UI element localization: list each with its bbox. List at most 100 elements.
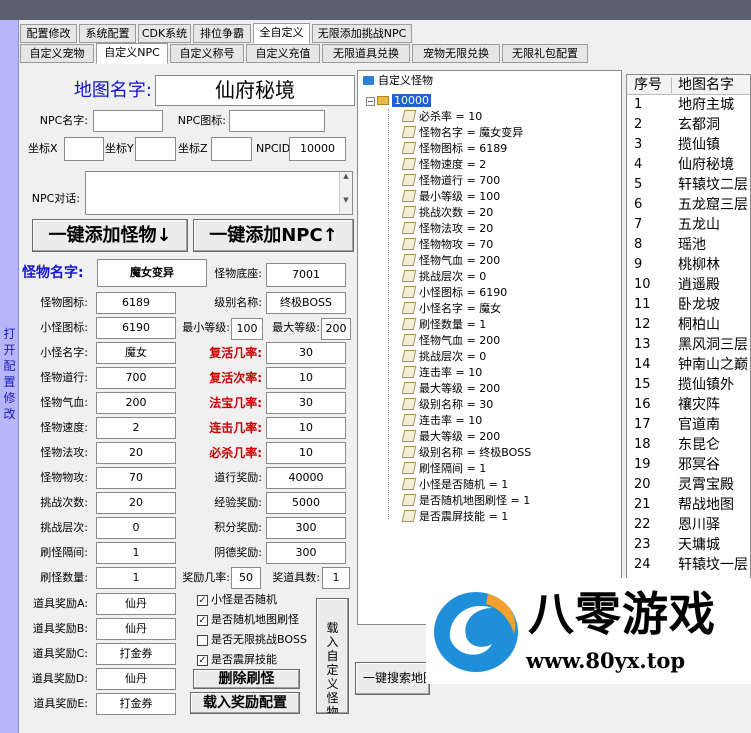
screen-shake-checkbox[interactable]: ✓ 是否震屏技能 — [197, 652, 277, 668]
list-item[interactable]: 17 官道南 — [627, 415, 750, 435]
list-item[interactable]: 9 桃柳林 — [627, 255, 750, 275]
npc-name-input[interactable] — [93, 110, 163, 132]
reward-item-count-input[interactable]: 1 — [322, 567, 350, 589]
list-item[interactable]: 15 揽仙镇外 — [627, 375, 750, 395]
tab-full-custom[interactable]: 全自定义 — [253, 23, 310, 44]
subtab-gift-config[interactable]: 无限礼包配置 — [502, 44, 588, 63]
tree-item[interactable]: 小怪是否随机 = 1 — [401, 477, 508, 493]
tree-item[interactable]: 怪物法攻 = 20 — [401, 221, 493, 237]
tree-item[interactable]: 怪物名字 = 魔女变异 — [401, 125, 523, 141]
monster-hp-input[interactable]: 200 — [96, 392, 176, 414]
monster-speed-input[interactable]: 2 — [96, 417, 176, 439]
load-reward-config-button[interactable]: 载入奖励配置 — [190, 692, 300, 714]
exp-reward-input[interactable]: 5000 — [266, 492, 346, 514]
tree-item[interactable]: 怪物气血 = 200 — [401, 333, 500, 349]
monster-base-input[interactable]: 7001 — [266, 263, 346, 287]
coord-x-input[interactable] — [64, 137, 104, 161]
list-item[interactable]: 12 桐柏山 — [627, 315, 750, 335]
list-item[interactable]: 5 轩辕坟二层 — [627, 175, 750, 195]
tree-item[interactable]: 连击率 = 10 — [401, 365, 482, 381]
map-name-input[interactable]: 仙府秘境 — [155, 75, 355, 106]
tree-item[interactable]: 必杀率 = 10 — [401, 109, 482, 125]
tree-item[interactable]: 是否震屏技能 = 1 — [401, 509, 508, 525]
list-item[interactable]: 13 黑风洞三层 — [627, 335, 750, 355]
tree-item[interactable]: 怪物图标 = 6189 — [401, 141, 507, 157]
checkbox-box[interactable]: ✓ — [197, 614, 208, 626]
subtab-custom-title[interactable]: 自定义称号 — [170, 44, 244, 63]
tab-unlimited-npc[interactable]: 无限添加挑战NPC — [312, 24, 412, 43]
reward-rate-input[interactable]: 50 — [231, 567, 261, 589]
tab-config-edit[interactable]: 配置修改 — [20, 24, 77, 43]
list-item[interactable]: 10 逍遥殿 — [627, 275, 750, 295]
tree-item[interactable]: 怪物物攻 = 70 — [401, 237, 493, 253]
small-name-input[interactable]: 魔女 — [96, 342, 176, 364]
search-map-button[interactable]: 一键搜索地图 — [355, 662, 430, 695]
list-item[interactable]: 1 地府主城 — [627, 95, 750, 115]
yinde-reward-input[interactable]: 300 — [266, 542, 346, 564]
revive-rate-input[interactable]: 30 — [266, 342, 346, 364]
challenge-layer-input[interactable]: 0 — [96, 517, 176, 539]
list-item[interactable]: 8 瑶池 — [627, 235, 750, 255]
tree-item[interactable]: 怪物道行 = 700 — [401, 173, 500, 189]
add-monster-button[interactable]: 一键添加怪物↓ — [32, 219, 188, 252]
magic-rate-input[interactable]: 30 — [266, 392, 346, 414]
load-custom-monster-button[interactable]: 载入自定义怪物 — [316, 598, 349, 714]
tree-item[interactable]: 挑战次数 = 20 — [401, 205, 493, 221]
monster-tree[interactable]: 自定义怪物 − 10000 必杀率 = 10 怪物名字 = 魔女变异 怪物图标 = 6… — [357, 70, 622, 625]
tab-system-config[interactable]: 系统配置 — [79, 24, 136, 43]
item-reward-b-input[interactable]: 仙丹 — [96, 618, 176, 640]
monster-icon-input[interactable]: 6189 — [96, 292, 176, 314]
tree-item[interactable]: 刷怪数量 = 1 — [401, 317, 486, 333]
points-reward-input[interactable]: 300 — [266, 517, 346, 539]
list-item[interactable]: 2 玄都洞 — [627, 115, 750, 135]
max-level-input[interactable]: 200 — [321, 318, 351, 340]
small-icon-input[interactable]: 6190 — [96, 317, 176, 339]
list-item[interactable]: 21 帮战地图 — [627, 495, 750, 515]
tree-item[interactable]: 级别名称 = 30 — [401, 397, 493, 413]
monster-matk-input[interactable]: 20 — [96, 442, 176, 464]
subtab-custom-pet[interactable]: 自定义宠物 — [20, 44, 94, 63]
subtab-item-exchange[interactable]: 无限道具兑换 — [322, 44, 410, 63]
challenge-count-input[interactable]: 20 — [96, 492, 176, 514]
monster-dao-input[interactable]: 700 — [96, 367, 176, 389]
list-item[interactable]: 19 邪冥谷 — [627, 455, 750, 475]
tree-item[interactable]: 挑战层次 = 0 — [401, 269, 486, 285]
list-item[interactable]: 14 钟南山之巅 — [627, 355, 750, 375]
monster-name-input[interactable]: 魔女变异 — [97, 259, 207, 287]
npc-dialog-textarea[interactable]: ▲ ▼ — [85, 171, 353, 215]
item-reward-a-input[interactable]: 仙丹 — [96, 593, 176, 615]
left-config-strip[interactable]: 打开配置修改 — [0, 20, 19, 733]
random-map-spawn-checkbox[interactable]: ✓ 是否随机地图刷怪 — [197, 612, 299, 628]
list-item[interactable]: 18 东昆仑 — [627, 435, 750, 455]
spawn-interval-input[interactable]: 1 — [96, 542, 176, 564]
item-reward-e-input[interactable]: 打金券 — [96, 693, 176, 715]
subtab-pet-exchange[interactable]: 宠物无限兑换 — [412, 44, 500, 63]
coord-y-input[interactable] — [135, 137, 176, 161]
tree-item[interactable]: 最小等级 = 100 — [401, 189, 500, 205]
tab-rank-battle[interactable]: 排位争霸 — [193, 24, 251, 43]
add-npc-button[interactable]: 一键添加NPC↑ — [193, 219, 354, 252]
tree-root[interactable]: 自定义怪物 — [363, 73, 433, 89]
list-item[interactable]: 16 禳灾阵 — [627, 395, 750, 415]
list-item[interactable]: 11 卧龙坡 — [627, 295, 750, 315]
tree-item[interactable]: 连击率 = 10 — [401, 413, 482, 429]
tree-item[interactable]: 怪物速度 = 2 — [401, 157, 486, 173]
tab-cdk-system[interactable]: CDK系统 — [138, 24, 191, 43]
kill-rate-input[interactable]: 10 — [266, 442, 346, 464]
tree-item[interactable]: 最大等级 = 200 — [401, 381, 500, 397]
list-item[interactable]: 6 五龙窟三层 — [627, 195, 750, 215]
dialog-scrollbar[interactable]: ▲ ▼ — [339, 172, 352, 214]
checkbox-box[interactable]: ✓ — [197, 594, 208, 606]
tree-item[interactable]: 是否随机地图刷怪 = 1 — [401, 493, 530, 509]
delete-spawn-button[interactable]: 删除刷怪 — [193, 669, 300, 689]
combo-rate-input[interactable]: 10 — [266, 417, 346, 439]
list-item[interactable]: 22 恩川驿 — [627, 515, 750, 535]
coord-z-input[interactable] — [211, 137, 252, 161]
tree-item[interactable]: 刷怪隔间 = 1 — [401, 461, 486, 477]
list-item[interactable]: 23 天墉城 — [627, 535, 750, 555]
tree-item[interactable]: 挑战层次 = 0 — [401, 349, 486, 365]
dao-reward-input[interactable]: 40000 — [266, 467, 346, 489]
checkbox-box[interactable] — [197, 634, 208, 646]
list-item[interactable]: 20 灵霄宝殿 — [627, 475, 750, 495]
npc-id-input[interactable]: 10000 — [289, 137, 346, 161]
